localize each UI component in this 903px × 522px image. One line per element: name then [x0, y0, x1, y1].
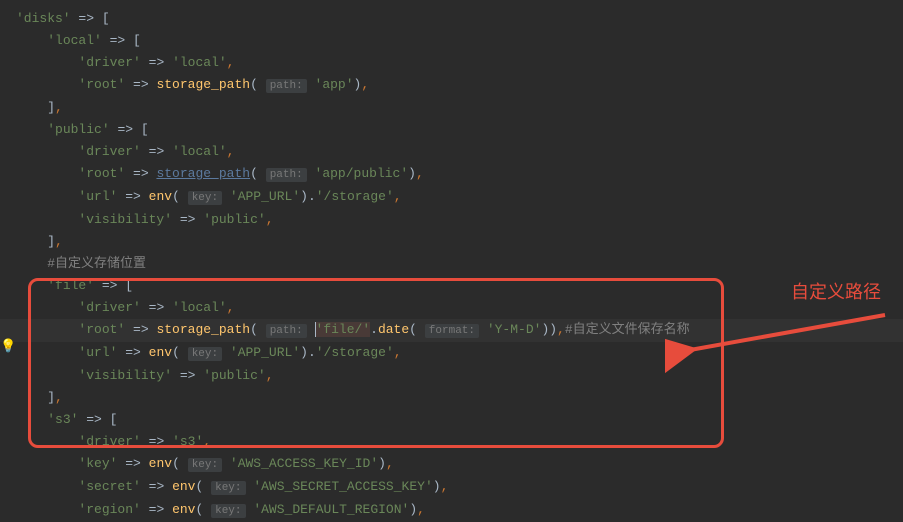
param-hint: key: [188, 347, 222, 361]
code-line-active[interactable]: 'root' => storage_path( path: 'file/'.da… [0, 319, 903, 342]
param-hint: key: [211, 504, 245, 518]
function-call: storage_path [156, 322, 250, 337]
config-key: 'region' [78, 502, 140, 517]
code-line[interactable]: 'driver' => 'local', [0, 297, 903, 319]
code-line[interactable]: ], [0, 97, 903, 119]
config-key: 'driver' [78, 55, 140, 70]
config-value: 'public' [203, 212, 265, 227]
function-call: storage_path [156, 166, 250, 181]
function-call: env [149, 456, 172, 471]
config-key: 'driver' [78, 434, 140, 449]
comment: #自定义存储位置 [47, 256, 146, 271]
string-arg: 'APP_URL' [230, 345, 300, 360]
code-line[interactable]: 'driver' => 'local', [0, 141, 903, 163]
code-line[interactable]: 'driver' => 's3', [0, 431, 903, 453]
string-arg: 'Y-M-D' [487, 322, 542, 337]
function-call: env [172, 479, 195, 494]
code-line[interactable]: 'key' => env( key: 'AWS_ACCESS_KEY_ID'), [0, 453, 903, 476]
code-line[interactable]: 'secret' => env( key: 'AWS_SECRET_ACCESS… [0, 476, 903, 499]
config-key: 'visibility' [78, 212, 172, 227]
config-key: 'url' [78, 345, 117, 360]
annotation-label: 自定义路径 [791, 278, 881, 304]
config-key: 'url' [78, 189, 117, 204]
config-key: 'key' [78, 456, 117, 471]
param-hint: path: [266, 324, 307, 338]
code-line[interactable]: ], [0, 231, 903, 253]
code-line[interactable]: ], [0, 387, 903, 409]
code-line[interactable]: 'region' => env( key: 'AWS_DEFAULT_REGIO… [0, 499, 903, 522]
code-line[interactable]: 'root' => storage_path( path: 'app/publi… [0, 163, 903, 186]
config-value: 'public' [203, 368, 265, 383]
code-line[interactable]: 'local' => [ [0, 30, 903, 52]
param-hint: path: [266, 168, 307, 182]
string-arg: 'app' [315, 77, 354, 92]
param-hint: key: [211, 481, 245, 495]
string-concat: '/storage' [316, 345, 394, 360]
param-hint: path: [266, 79, 307, 93]
function-call: env [149, 189, 172, 204]
function-call: env [172, 502, 195, 517]
string-arg: 'APP_URL' [230, 189, 300, 204]
param-hint: key: [188, 191, 222, 205]
config-key: 'root' [78, 166, 125, 181]
config-key: 'local' [47, 33, 102, 48]
param-hint: key: [188, 458, 222, 472]
param-hint: format: [425, 324, 479, 338]
string-arg: 'AWS_SECRET_ACCESS_KEY' [253, 479, 432, 494]
function-call: env [149, 345, 172, 360]
string-arg: 'file/' [316, 322, 371, 337]
function-call: storage_path [156, 77, 250, 92]
config-key: 'disks' [16, 11, 71, 26]
config-key: 's3' [47, 412, 78, 427]
code-line[interactable]: 'root' => storage_path( path: 'app'), [0, 74, 903, 97]
code-line[interactable]: 'url' => env( key: 'APP_URL').'/storage'… [0, 342, 903, 365]
config-value: 's3' [172, 434, 203, 449]
code-editor[interactable]: 'disks' => [ 'local' => [ 'driver' => 'l… [0, 0, 903, 522]
config-key: 'public' [47, 122, 109, 137]
config-key: 'driver' [78, 300, 140, 315]
string-concat: '/storage' [316, 189, 394, 204]
config-value: 'local' [172, 144, 227, 159]
config-key: 'visibility' [78, 368, 172, 383]
function-call: date [378, 322, 409, 337]
code-line[interactable]: 'disks' => [ [0, 8, 903, 30]
code-line[interactable]: 'visibility' => 'public', [0, 365, 903, 387]
code-line[interactable]: 'driver' => 'local', [0, 52, 903, 74]
config-key: 'root' [78, 322, 125, 337]
config-key: 'root' [78, 77, 125, 92]
config-key: 'driver' [78, 144, 140, 159]
code-line[interactable]: #自定义存储位置 [0, 253, 903, 275]
config-value: 'local' [172, 300, 227, 315]
string-arg: 'AWS_ACCESS_KEY_ID' [230, 456, 378, 471]
code-line[interactable]: 'visibility' => 'public', [0, 209, 903, 231]
lightbulb-icon[interactable]: 💡 [0, 339, 16, 354]
config-key: 'secret' [78, 479, 140, 494]
config-value: 'local' [172, 55, 227, 70]
comment: #自定义文件保存名称 [565, 322, 690, 337]
config-key: 'file' [47, 278, 94, 293]
code-line[interactable]: 'public' => [ [0, 119, 903, 141]
code-line[interactable]: 'file' => [ [0, 275, 903, 297]
string-arg: 'app/public' [315, 166, 409, 181]
code-line[interactable]: 'url' => env( key: 'APP_URL').'/storage'… [0, 186, 903, 209]
string-arg: 'AWS_DEFAULT_REGION' [253, 502, 409, 517]
code-line[interactable]: 's3' => [ [0, 409, 903, 431]
